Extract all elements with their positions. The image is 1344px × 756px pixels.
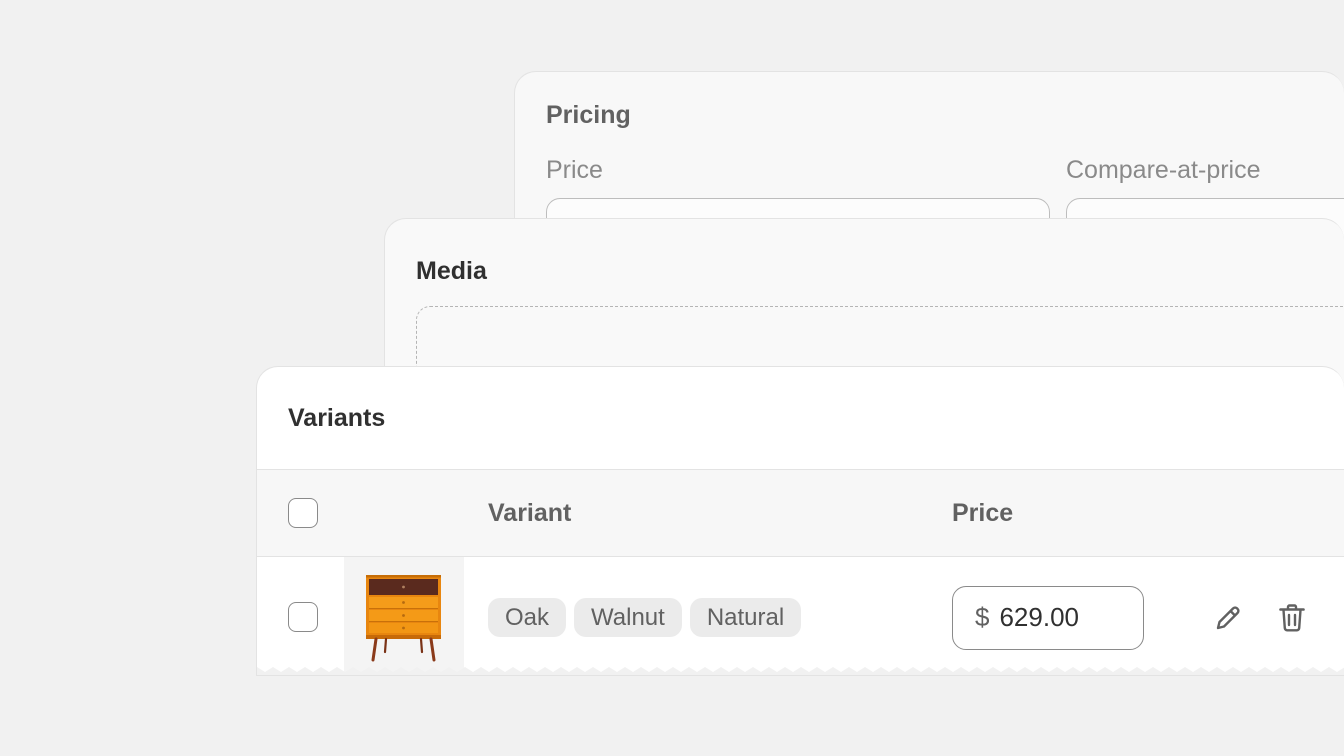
variant-tag: Oak bbox=[488, 598, 567, 637]
price-value: 629.00 bbox=[999, 602, 1079, 632]
column-header-variant: Variant bbox=[488, 499, 572, 527]
currency-symbol: $ bbox=[975, 602, 990, 632]
media-title: Media bbox=[416, 257, 487, 285]
variant-thumbnail bbox=[344, 557, 464, 675]
table-row: Oak Walnut Natural $629.00 bbox=[257, 557, 1344, 675]
variants-title: Variants bbox=[288, 404, 386, 432]
column-header-price: Price bbox=[952, 499, 1014, 527]
dresser-image bbox=[366, 575, 441, 662]
variant-price-input[interactable]: $629.00 bbox=[952, 586, 1144, 650]
select-all-checkbox[interactable] bbox=[288, 498, 318, 528]
variant-tag: Natural bbox=[689, 598, 802, 637]
torn-edge bbox=[257, 667, 1344, 675]
trash-icon[interactable] bbox=[1275, 601, 1309, 635]
variant-tag: Walnut bbox=[574, 598, 682, 637]
price-label: Price bbox=[546, 156, 603, 184]
variant-tags: Oak Walnut Natural bbox=[488, 598, 802, 637]
compare-at-price-label: Compare-at-price bbox=[1066, 156, 1261, 184]
variants-table-header: Variant Price bbox=[257, 469, 1344, 557]
pricing-title: Pricing bbox=[546, 101, 631, 129]
pencil-icon[interactable] bbox=[1211, 601, 1245, 635]
row-checkbox[interactable] bbox=[288, 602, 318, 632]
variants-card: Variants Variant Price Oak Walnut Natura… bbox=[256, 366, 1344, 676]
